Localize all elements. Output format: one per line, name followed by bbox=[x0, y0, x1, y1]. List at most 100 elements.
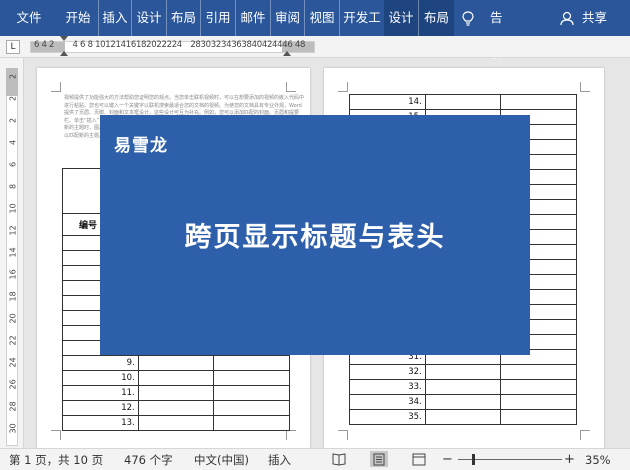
crop-mark bbox=[51, 82, 61, 92]
row-number-cell[interactable]: 12. bbox=[62, 400, 139, 416]
table-cell[interactable] bbox=[500, 409, 577, 425]
table-cell[interactable] bbox=[213, 355, 290, 371]
vruler-number: 26 bbox=[8, 379, 18, 390]
print-layout-button[interactable] bbox=[370, 451, 388, 467]
row-number-cell[interactable]: 11. bbox=[62, 385, 139, 401]
table-row: 32. bbox=[349, 364, 577, 380]
row-number-cell[interactable]: 32. bbox=[349, 364, 426, 380]
table-cell[interactable] bbox=[424, 364, 502, 380]
crop-mark bbox=[338, 430, 348, 440]
tab-layout[interactable]: 布局 bbox=[166, 0, 200, 36]
tab-developer[interactable]: 开发工 bbox=[339, 0, 384, 36]
web-layout-button[interactable] bbox=[410, 451, 428, 467]
table-cell[interactable] bbox=[213, 370, 290, 386]
horizontal-ruler[interactable]: L 6 4 2 4 6 8 10121416182022224 28303234… bbox=[0, 36, 630, 58]
tab-table-design[interactable]: 设计 bbox=[384, 0, 418, 36]
table-cell[interactable] bbox=[500, 94, 577, 110]
word-window: 文件 开始 插入 设计 布局 引用 邮件 审阅 视图 开发工 设计 布局 告诉我… bbox=[0, 0, 630, 470]
table-cell[interactable] bbox=[424, 394, 502, 410]
table-row: 12. bbox=[62, 400, 290, 416]
table-cell[interactable] bbox=[424, 379, 502, 395]
table-cell[interactable] bbox=[500, 394, 577, 410]
table-cell[interactable] bbox=[424, 409, 502, 425]
page-count[interactable]: 第 1 页，共 10 页 bbox=[9, 449, 103, 470]
table-cell[interactable] bbox=[137, 370, 215, 386]
table-cell[interactable] bbox=[137, 415, 215, 431]
vruler-number: 28 bbox=[8, 401, 18, 412]
row-number-cell[interactable]: 10. bbox=[62, 370, 139, 386]
tab-review[interactable]: 审阅 bbox=[270, 0, 304, 36]
vruler-number: 12 bbox=[8, 225, 18, 236]
crop-mark bbox=[580, 430, 590, 440]
crop-mark bbox=[580, 82, 590, 92]
vruler-number: 4 bbox=[8, 139, 18, 146]
hanging-indent-marker[interactable] bbox=[60, 51, 68, 56]
tab-view[interactable]: 视图 bbox=[304, 0, 339, 36]
vruler-number: 14 bbox=[8, 247, 18, 258]
vruler-number: 2 bbox=[8, 117, 18, 124]
row-number-cell[interactable]: 35. bbox=[349, 409, 426, 425]
tab-selector[interactable]: L bbox=[6, 40, 20, 54]
vruler-number: 6 bbox=[8, 161, 18, 168]
row-number-cell[interactable]: 13. bbox=[62, 415, 139, 431]
word-count[interactable]: 476 个字 bbox=[124, 449, 173, 470]
share-label: 共享 bbox=[582, 10, 608, 25]
table-cell[interactable] bbox=[500, 364, 577, 380]
table-row: 34. bbox=[349, 394, 577, 410]
row-number-cell[interactable]: 14. bbox=[349, 94, 426, 110]
language[interactable]: 中文(中国) bbox=[194, 449, 249, 470]
table-row: 10. bbox=[62, 370, 290, 386]
insert-mode[interactable]: 插入 bbox=[268, 449, 291, 470]
vruler-number: 20 bbox=[8, 313, 18, 324]
zoom-out-button[interactable]: − bbox=[442, 449, 453, 470]
first-line-indent-marker[interactable] bbox=[60, 36, 68, 41]
tab-references[interactable]: 引用 bbox=[200, 0, 235, 36]
vruler-number: 2 bbox=[8, 95, 18, 102]
table-row: 13. bbox=[62, 415, 290, 431]
crop-mark bbox=[338, 82, 348, 92]
ruler-numbers-left: 6 4 2 bbox=[34, 40, 55, 50]
right-indent-marker[interactable] bbox=[283, 51, 291, 56]
table-cell[interactable] bbox=[137, 355, 215, 371]
table-cell[interactable] bbox=[213, 400, 290, 416]
vertical-ruler[interactable]: 2 2 2 4 6 8 10 12 14 16 18 20 22 24 26 28 30 bbox=[0, 58, 24, 448]
table-cell[interactable] bbox=[424, 94, 502, 110]
ribbon-tab-bar: 文件 开始 插入 设计 布局 引用 邮件 审阅 视图 开发工 设计 布局 告诉我… bbox=[0, 0, 630, 97]
row-number-cell[interactable]: 34. bbox=[349, 394, 426, 410]
crop-mark bbox=[286, 430, 296, 440]
status-bar: 第 1 页，共 10 页 476 个字 中文(中国) 插入 − + 35% bbox=[0, 448, 630, 470]
table-row: 35. bbox=[349, 409, 577, 425]
tab-table-layout[interactable]: 布局 bbox=[418, 0, 454, 36]
row-number-cell[interactable]: 9. bbox=[62, 355, 139, 371]
tab-design[interactable]: 设计 bbox=[131, 0, 166, 36]
table-cell[interactable] bbox=[213, 415, 290, 431]
table-row: 33. bbox=[349, 379, 577, 395]
read-mode-button[interactable] bbox=[330, 451, 348, 467]
tab-mailings[interactable]: 邮件 bbox=[235, 0, 270, 36]
web-page-icon bbox=[412, 453, 426, 466]
zoom-level[interactable]: 35% bbox=[585, 449, 611, 470]
zoom-in-button[interactable]: + bbox=[564, 449, 575, 470]
tab-insert[interactable]: 插入 bbox=[98, 0, 131, 36]
lightbulb-icon bbox=[462, 11, 474, 26]
vruler-number: 8 bbox=[8, 183, 18, 190]
table-cell[interactable] bbox=[213, 385, 290, 401]
vruler-number: 24 bbox=[8, 357, 18, 368]
vruler-number: 10 bbox=[8, 203, 18, 214]
table-row: 9. bbox=[62, 355, 290, 371]
crop-mark bbox=[51, 430, 61, 440]
table-cell[interactable] bbox=[137, 385, 215, 401]
table-cell[interactable] bbox=[137, 400, 215, 416]
overlay-headline: 跨页显示标题与表头 bbox=[184, 222, 446, 253]
book-icon bbox=[332, 453, 346, 466]
vruler-number: 30 bbox=[8, 423, 18, 434]
ruler-numbers-mid: 4 6 8 10121416182022224 bbox=[72, 40, 183, 50]
tab-file[interactable]: 文件 bbox=[0, 0, 58, 36]
tab-home[interactable]: 开始 bbox=[58, 0, 98, 36]
vruler-number: 2 bbox=[8, 73, 18, 80]
row-number-cell[interactable]: 33. bbox=[349, 379, 426, 395]
person-icon bbox=[560, 11, 574, 26]
ruler-numbers-right: 28303234363840424446 48 bbox=[190, 40, 306, 50]
table-cell[interactable] bbox=[500, 379, 577, 395]
zoom-slider-thumb[interactable] bbox=[472, 454, 475, 465]
